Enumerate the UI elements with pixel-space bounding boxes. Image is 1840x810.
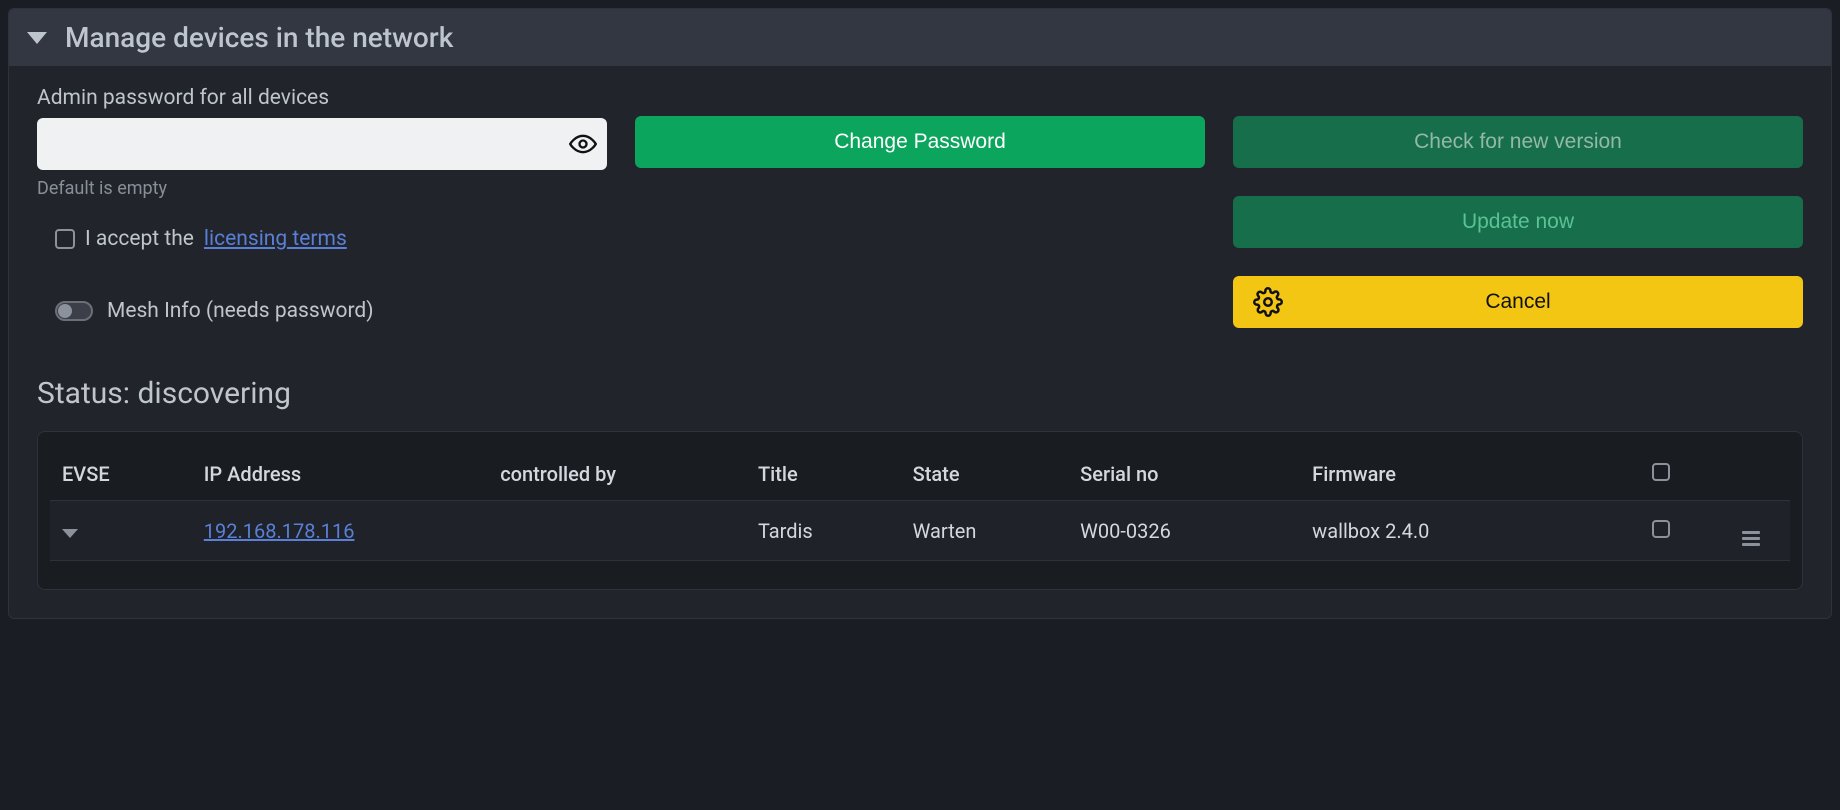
password-block: Admin password for all devices Default i… [37,86,607,323]
status-label: Status: [37,376,130,411]
ip-link[interactable]: 192.168.178.116 [204,519,355,543]
th-actions [1713,448,1790,501]
cell-select [1610,501,1713,561]
table-row: 192.168.178.116 Tardis Warten W00-0326 w… [50,501,1790,561]
row-select-checkbox[interactable] [1652,520,1670,538]
th-evse[interactable]: EVSE [50,448,192,501]
cell-serial: W00-0326 [1068,501,1300,561]
gear-icon [1253,287,1283,317]
eye-icon[interactable] [569,130,597,158]
cancel-button[interactable]: Cancel [1233,276,1803,328]
license-checkbox[interactable] [55,229,75,249]
consent-prefix: I accept the [85,227,194,251]
middle-column: Change Password [635,86,1205,168]
th-title[interactable]: Title [746,448,901,501]
cell-state: Warten [901,501,1069,561]
right-column: Check for new version Update now Cancel [1233,86,1803,328]
mesh-info-toggle[interactable] [55,301,93,321]
th-state[interactable]: State [901,448,1069,501]
cancel-label: Cancel [1485,290,1550,314]
row-expand-icon[interactable] [62,529,78,538]
toggle-knob [58,304,72,318]
password-help: Default is empty [37,178,607,199]
cell-actions [1713,501,1790,561]
th-serial[interactable]: Serial no [1068,448,1300,501]
panel-header[interactable]: Manage devices in the network [9,9,1831,66]
th-select-all [1610,448,1713,501]
check-version-button[interactable]: Check for new version [1233,116,1803,168]
panel-title: Manage devices in the network [65,21,453,54]
th-firmware[interactable]: Firmware [1300,448,1609,501]
status-value: discovering [138,376,291,411]
caret-down-icon[interactable] [27,32,47,44]
manage-devices-panel: Manage devices in the network Admin pass… [8,8,1832,619]
licensing-terms-link[interactable]: licensing terms [204,227,347,251]
cell-evse [50,501,192,561]
admin-password-input[interactable] [37,118,607,170]
top-controls: Admin password for all devices Default i… [37,86,1803,328]
password-input-wrap [37,118,607,170]
cell-title: Tardis [746,501,901,561]
mesh-row: Mesh Info (needs password) [55,299,607,323]
cell-controlled-by [488,501,746,561]
status-line: Status: discovering [37,376,1803,411]
update-now-button[interactable]: Update now [1233,196,1803,248]
cell-ip: 192.168.178.116 [192,501,488,561]
devices-table: EVSE IP Address controlled by Title Stat… [50,448,1790,561]
cell-firmware: wallbox 2.4.0 [1300,501,1609,561]
password-label: Admin password for all devices [37,86,607,110]
th-ip[interactable]: IP Address [192,448,488,501]
consent-row: I accept the licensing terms [55,227,607,251]
change-password-button[interactable]: Change Password [635,116,1205,168]
select-all-checkbox[interactable] [1652,463,1670,481]
panel-body: Admin password for all devices Default i… [9,66,1831,618]
row-menu-icon[interactable] [1742,531,1760,546]
table-header-row: EVSE IP Address controlled by Title Stat… [50,448,1790,501]
mesh-label: Mesh Info (needs password) [107,299,374,323]
th-controlled-by[interactable]: controlled by [488,448,746,501]
devices-table-wrap: EVSE IP Address controlled by Title Stat… [37,431,1803,590]
